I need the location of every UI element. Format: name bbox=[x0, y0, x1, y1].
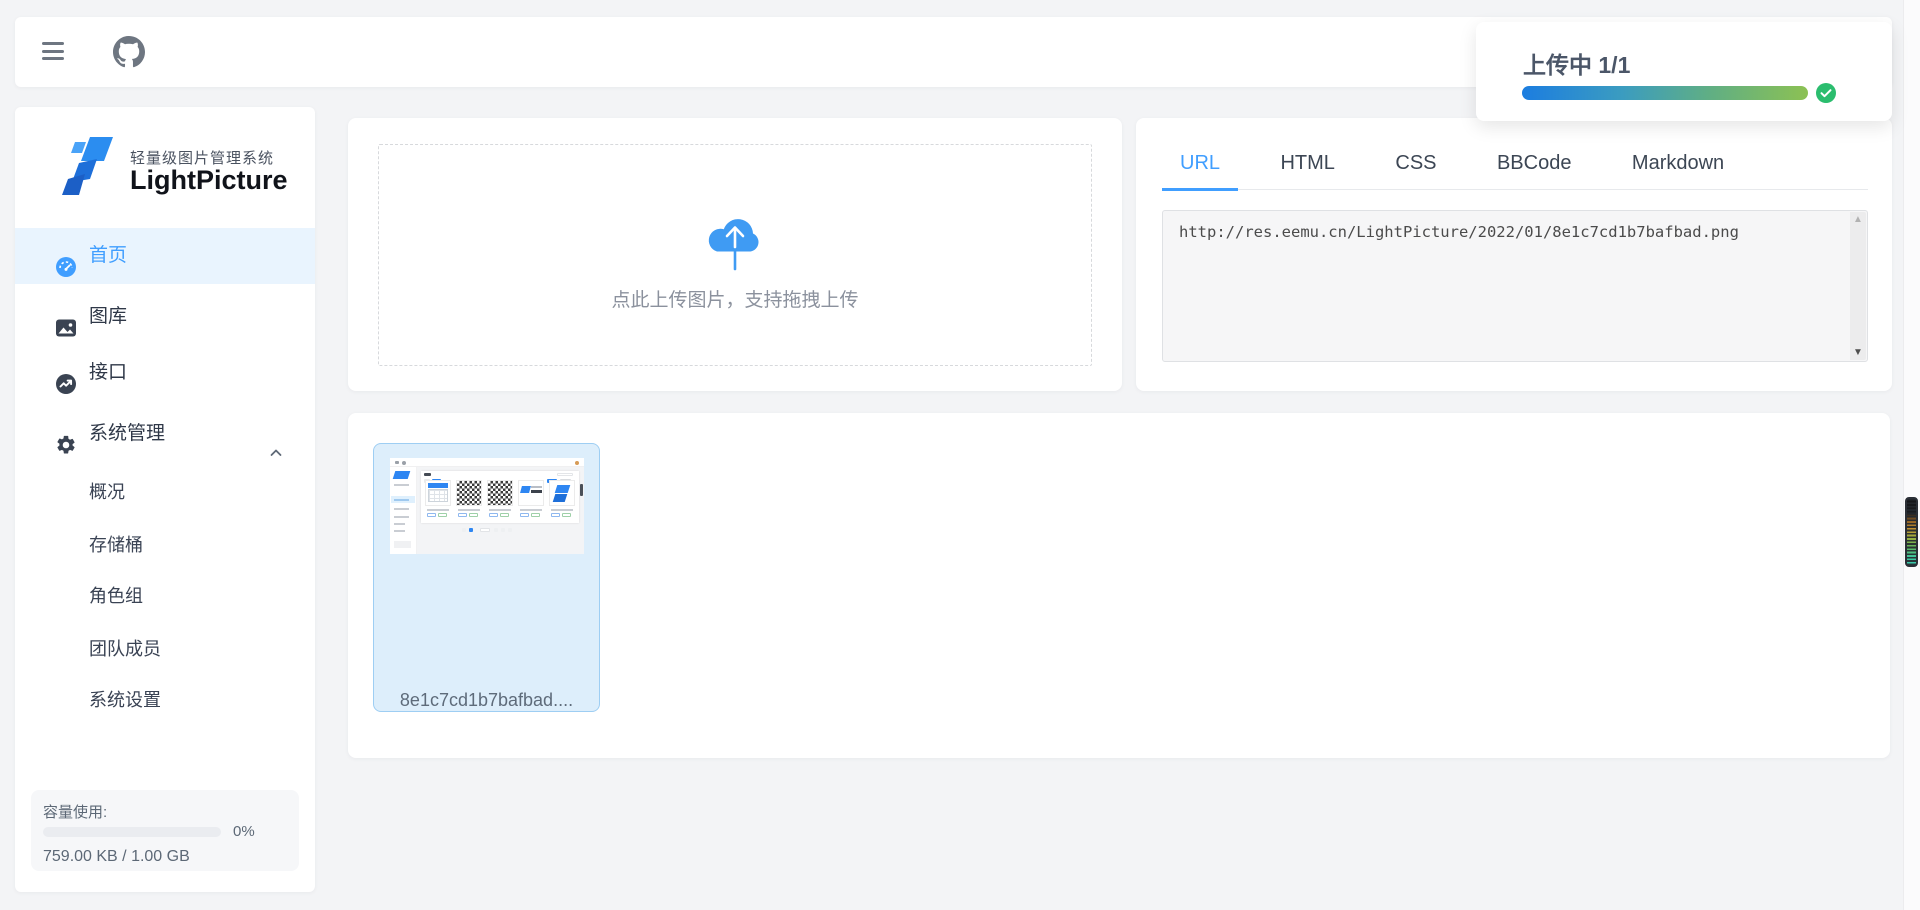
capacity-progress-bar bbox=[43, 827, 221, 837]
sidebar-item-label: 接口 bbox=[89, 345, 127, 401]
capacity-usage-text: 759.00 KB / 1.00 GB bbox=[43, 848, 190, 866]
sidebar-subitem-settings[interactable]: 系统设置 bbox=[15, 675, 315, 725]
gallery-panel: 8e1c7cd1b7bafbad.... bbox=[348, 413, 1890, 758]
sidebar-subitem-overview[interactable]: 概况 bbox=[15, 467, 315, 517]
cloud-upload-icon bbox=[704, 207, 766, 279]
sidebar-item-home[interactable]: 首页 bbox=[15, 228, 315, 284]
tab-css[interactable]: CSS bbox=[1377, 148, 1454, 190]
sidebar-item-label: 图库 bbox=[89, 289, 127, 345]
upload-progress-bar bbox=[1522, 86, 1808, 100]
upload-hint: 点此上传图片，支持拖拽上传 bbox=[379, 285, 1091, 312]
sidebar-item-label: 系统管理 bbox=[89, 406, 165, 462]
tab-url[interactable]: URL bbox=[1162, 148, 1238, 190]
sidebar-subitem-roles[interactable]: 角色组 bbox=[15, 571, 315, 621]
upload-toast-title: 上传中 1/1 bbox=[1523, 46, 1630, 80]
code-content: http://res.eemu.cn/LightPicture/2022/01/… bbox=[1179, 223, 1831, 241]
capacity-percent: 0% bbox=[233, 823, 255, 840]
upload-dropzone[interactable]: 点此上传图片，支持拖拽上传 bbox=[378, 144, 1092, 366]
gallery-icon bbox=[55, 306, 77, 328]
code-tabs: URL HTML CSS BBCode Markdown bbox=[1162, 148, 1868, 190]
thumbnail-image bbox=[390, 458, 584, 554]
capacity-usage-box: 容量使用: 0% 759.00 KB / 1.00 GB bbox=[31, 790, 299, 871]
logo-title: LightPicture bbox=[130, 165, 288, 196]
sidebar-item-gallery[interactable]: 图库 bbox=[15, 289, 315, 345]
sidebar-subitem-members[interactable]: 团队成员 bbox=[15, 624, 315, 674]
tab-html[interactable]: HTML bbox=[1262, 148, 1352, 190]
image-card[interactable]: 8e1c7cd1b7bafbad.... bbox=[373, 443, 600, 712]
lightpicture-app: 上传中 1/1 轻量级图片管理系统 LightPicture 首页 bbox=[0, 0, 1920, 910]
sidebar-item-label: 首页 bbox=[89, 228, 127, 284]
tab-markdown[interactable]: Markdown bbox=[1614, 148, 1742, 190]
sidebar-subitem-buckets[interactable]: 存储桶 bbox=[15, 520, 315, 570]
capacity-label: 容量使用: bbox=[43, 801, 287, 822]
sidebar-item-system[interactable]: 系统管理 bbox=[15, 406, 315, 462]
page-scrollbar[interactable] bbox=[1903, 0, 1920, 910]
code-textarea[interactable]: http://res.eemu.cn/LightPicture/2022/01/… bbox=[1162, 210, 1868, 362]
lightpicture-logo-icon bbox=[62, 135, 114, 195]
github-icon[interactable] bbox=[113, 36, 145, 68]
upload-panel: 点此上传图片，支持拖拽上传 bbox=[348, 118, 1122, 391]
upload-toast: 上传中 1/1 bbox=[1476, 22, 1892, 121]
scroll-down-icon[interactable]: ▼ bbox=[1850, 347, 1866, 358]
code-panel: URL HTML CSS BBCode Markdown http://res.… bbox=[1136, 118, 1892, 391]
logo: 轻量级图片管理系统 LightPicture bbox=[62, 135, 292, 199]
textarea-scrollbar[interactable]: ▲ ▼ bbox=[1850, 212, 1866, 360]
image-filename: 8e1c7cd1b7bafbad.... bbox=[374, 690, 599, 711]
sidebar: 轻量级图片管理系统 LightPicture 首页 图库 接口 系统 bbox=[15, 107, 315, 892]
hamburger-icon[interactable] bbox=[42, 42, 64, 60]
tab-bbcode[interactable]: BBCode bbox=[1479, 148, 1590, 190]
chevron-up-icon bbox=[269, 427, 283, 441]
sidebar-item-api[interactable]: 接口 bbox=[15, 345, 315, 401]
api-icon bbox=[55, 362, 77, 384]
scroll-up-icon[interactable]: ▲ bbox=[1850, 214, 1866, 225]
dashboard-icon bbox=[55, 245, 77, 267]
check-circle-icon bbox=[1816, 83, 1836, 103]
gear-icon bbox=[55, 423, 77, 445]
scroll-minimap-widget[interactable] bbox=[1905, 497, 1918, 567]
